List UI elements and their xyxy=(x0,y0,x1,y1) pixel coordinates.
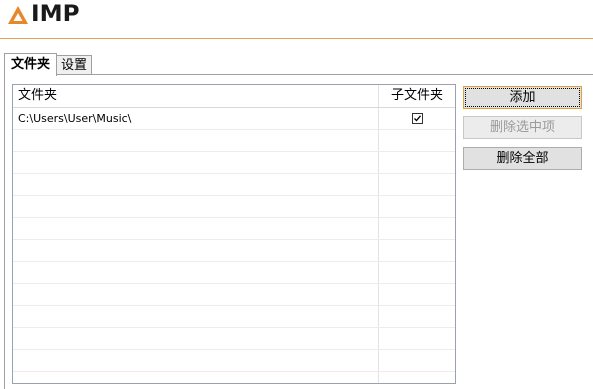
empty-row xyxy=(13,350,455,372)
delete-selected-button[interactable]: 删除选中项 xyxy=(463,116,582,139)
empty-row xyxy=(13,174,455,196)
tab-settings[interactable]: 设置 xyxy=(56,55,93,75)
tab-bar: 文件夹 设置 xyxy=(4,52,93,76)
empty-row xyxy=(13,240,455,262)
table-row[interactable]: C:\Users\User\Music\ xyxy=(13,108,455,130)
column-header-folder[interactable]: 文件夹 xyxy=(13,85,379,107)
empty-row xyxy=(13,152,455,174)
empty-row xyxy=(13,130,455,152)
logo-text: IMP xyxy=(31,2,80,27)
empty-row xyxy=(13,372,455,383)
subfolders-checkbox[interactable] xyxy=(411,113,423,124)
aimp-logo-icon xyxy=(8,6,28,24)
app-header: IMP xyxy=(0,0,593,38)
empty-row xyxy=(13,328,455,350)
tab-folders[interactable]: 文件夹 xyxy=(4,53,58,76)
delete-all-button[interactable]: 删除全部 xyxy=(463,147,582,170)
empty-row xyxy=(13,284,455,306)
column-header-subfolders[interactable]: 子文件夹 xyxy=(379,85,455,107)
folder-list[interactable]: 文件夹 子文件夹 C:\Users\User\Music\ xyxy=(12,84,456,384)
empty-row xyxy=(13,218,455,240)
empty-row xyxy=(13,196,455,218)
empty-row xyxy=(13,306,455,328)
empty-row xyxy=(13,262,455,284)
folder-path: C:\Users\User\Music\ xyxy=(13,108,379,129)
add-button[interactable]: 添加 xyxy=(463,86,582,109)
checkmark-icon xyxy=(413,115,421,122)
list-header: 文件夹 子文件夹 xyxy=(13,85,455,108)
header-divider xyxy=(0,38,593,39)
subfolder-cell xyxy=(379,108,455,129)
aimp-logo: IMP xyxy=(7,2,80,27)
